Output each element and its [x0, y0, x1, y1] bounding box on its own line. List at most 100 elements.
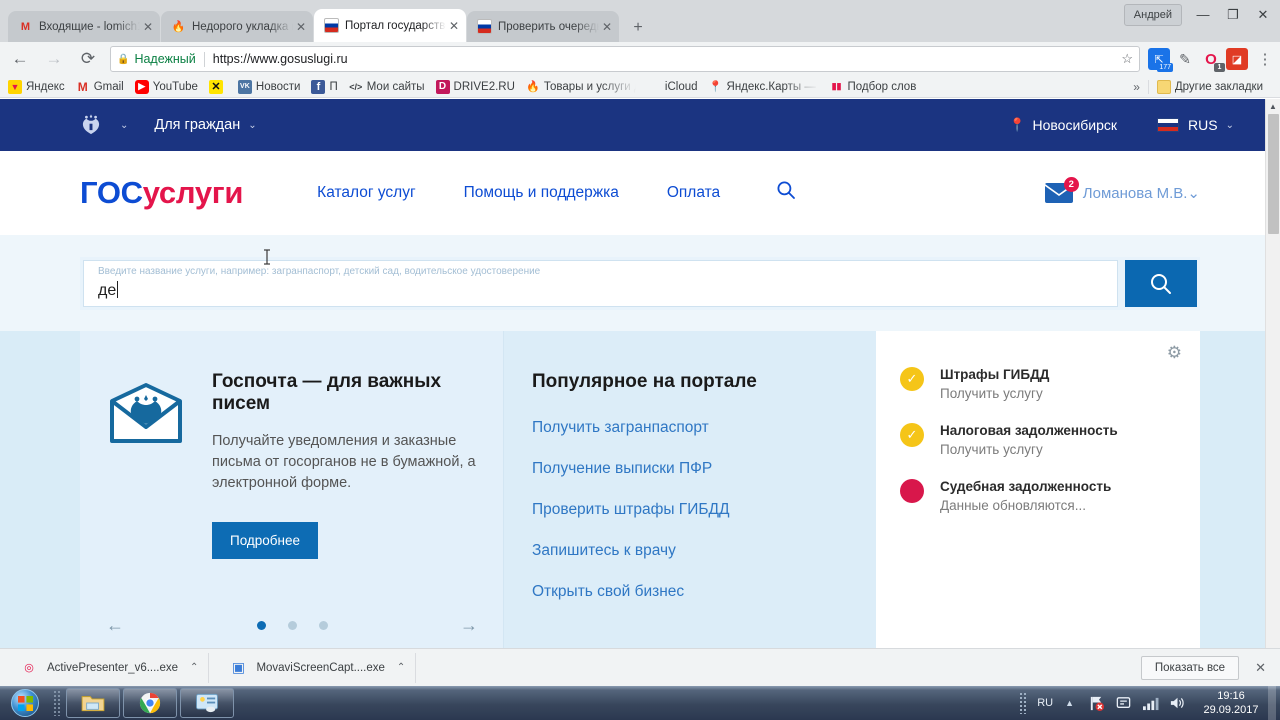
bookmark-star-icon[interactable]: ☆ [1121, 51, 1133, 67]
status-item-court[interactable]: Судебная задолженность Данные обновляютс… [900, 479, 1176, 513]
language-indicator[interactable]: RU [1037, 697, 1053, 709]
other-bookmarks-folder[interactable]: Другие закладки [1156, 79, 1263, 94]
bookmark-moi-saity[interactable]: </> Мои сайты [349, 80, 424, 94]
bookmark-youtube[interactable]: ▶ YouTube [134, 79, 198, 94]
user-name-label[interactable]: Ломанова М.В. [1083, 185, 1188, 202]
tab-close-icon[interactable]: ✕ [140, 20, 156, 34]
new-tab-button[interactable]: + [624, 14, 652, 42]
chrome-profile-chip[interactable]: Андрей [1123, 4, 1182, 26]
bookmark-novosti[interactable]: VK Новости [237, 79, 300, 94]
tab-kafel[interactable]: 🔥 Недорого укладка кафе ✕ [161, 11, 313, 42]
download-menu-caret-icon[interactable]: ⌃ [397, 662, 405, 673]
user-account[interactable]: 2 Ломанова М.В. ⌄ [1044, 177, 1200, 203]
pen-extension-icon[interactable]: ✎ [1174, 48, 1196, 70]
city-selector[interactable]: Новосибирск [1033, 117, 1118, 133]
status-subtitle[interactable]: Получить услугу [940, 386, 1049, 401]
carousel-dot-2[interactable] [287, 621, 297, 630]
nav-help[interactable]: Помощь и поддержка [464, 184, 619, 202]
tab-queue[interactable]: Проверить очередь ✕ [467, 11, 619, 42]
taskbar-clock[interactable]: 19:16 29.09.2017 [1194, 689, 1268, 717]
tab-close-icon[interactable]: ✕ [599, 20, 615, 34]
popular-link-doctor[interactable]: Запишитесь к врачу [532, 542, 876, 560]
scrollbar-thumb[interactable] [1268, 114, 1279, 234]
signal-icon[interactable] [1140, 693, 1161, 714]
carousel-dot-1[interactable] [256, 621, 266, 630]
chrome-menu-button[interactable]: ⋮ [1252, 50, 1278, 68]
show-desktop-button[interactable] [1268, 686, 1276, 720]
envelope-icon[interactable]: 2 [1044, 177, 1079, 203]
network-error-icon[interactable] [1086, 693, 1107, 714]
youtube-icon: ▶ [134, 79, 149, 94]
download-menu-caret-icon[interactable]: ⌃ [190, 662, 198, 673]
promo-title: Госпочта — для важных писем [212, 371, 442, 414]
popular-link-passport[interactable]: Получить загранпаспорт [532, 419, 876, 437]
tab-gosuslugi[interactable]: Портал государственны ✕ [314, 9, 466, 42]
search-icon[interactable] [776, 180, 796, 206]
scroll-up-arrow[interactable]: ▲ [1266, 99, 1280, 114]
folder-icon [1156, 79, 1171, 94]
status-item-gibdd[interactable]: ✓ Штрафы ГИБДД Получить услугу [900, 367, 1176, 401]
tab-gmail[interactable]: M Входящие - lomich1982 ✕ [8, 11, 160, 42]
promo-body: Госпочта — для важных писем Получайте ув… [212, 371, 477, 648]
bookmark-yandex-maps[interactable]: 📍 Яндекс.Карты — под [709, 80, 819, 94]
bookmark-icloud[interactable]: iCloud [647, 80, 698, 94]
close-button[interactable]: ✕ [1248, 3, 1278, 27]
carousel-prev-arrow[interactable]: ← [106, 615, 124, 636]
status-subtitle[interactable]: Получить услугу [940, 442, 1118, 457]
search-submit-button[interactable] [1125, 260, 1197, 307]
control-panel-icon[interactable] [180, 688, 234, 718]
download-item-activepresenter[interactable]: ◎ ActivePresenter_v6....exe ⌃ [10, 652, 210, 683]
download-item-movavi[interactable]: ▣ MovaviScreenCapt....exe ⌃ [219, 652, 417, 683]
language-selector[interactable]: RUS [1188, 117, 1218, 133]
language-caret-icon[interactable]: ⌄ [1226, 120, 1234, 131]
carousel-dot-3[interactable] [318, 621, 328, 630]
audience-label[interactable]: Для граждан [154, 117, 240, 133]
bookmark-drive2[interactable]: D DRIVE2.RU [435, 79, 515, 94]
carousel-next-arrow[interactable]: → [460, 615, 478, 636]
popular-link-pfr[interactable]: Получение выписки ПФР [532, 460, 876, 478]
search-input[interactable]: Введите название услуги, например: загра… [83, 260, 1118, 307]
opera-extension-icon[interactable]: O 1 [1200, 48, 1225, 72]
mail-badge: 2 [1063, 177, 1079, 192]
nav-catalog[interactable]: Каталог услуг [317, 184, 415, 202]
chrome-tabstrip: M Входящие - lomich1982 ✕ 🔥 Недорого укл… [0, 0, 1280, 42]
promo-more-button[interactable]: Подробнее [212, 522, 319, 559]
file-explorer-icon[interactable] [66, 688, 120, 718]
minimize-button[interactable]: — [1188, 3, 1218, 27]
volume-icon[interactable] [1167, 693, 1188, 714]
page-scrollbar[interactable]: ▲ [1265, 99, 1280, 648]
google-chrome-icon[interactable] [123, 688, 177, 718]
nav-payment[interactable]: Оплата [667, 184, 720, 202]
forward-button[interactable]: → [40, 45, 68, 73]
red-extension-icon[interactable]: ◪ [1226, 48, 1248, 70]
tab-close-icon[interactable]: ✕ [446, 19, 462, 33]
audience-caret-icon[interactable]: ⌄ [248, 120, 256, 131]
status-item-tax[interactable]: ✓ Налоговая задолженность Получить услуг… [900, 423, 1176, 457]
reload-button[interactable]: ⟳ [74, 45, 102, 73]
action-center-icon[interactable] [1113, 693, 1134, 714]
bookmarks-overflow-button[interactable]: » [1133, 80, 1140, 94]
show-all-downloads-button[interactable]: Показать все [1140, 655, 1240, 680]
popular-link-business[interactable]: Открыть свой бизнес [532, 583, 876, 601]
emblem-caret-icon[interactable]: ⌄ [120, 120, 128, 131]
divider [1147, 79, 1149, 94]
user-caret-icon[interactable]: ⌄ [1187, 184, 1200, 202]
tab-close-icon[interactable]: ✕ [293, 20, 309, 34]
gosuslugi-logo[interactable]: ГОСуслуги [80, 175, 243, 211]
bookmark-tovary[interactable]: 🔥 Товары и услуги для [526, 80, 636, 94]
maximize-button[interactable]: ❐ [1218, 3, 1248, 27]
bookmark-podbor-slov[interactable]: ▮▮ Подбор слов [830, 80, 917, 94]
bookmark-yandex[interactable]: ▼ Яндекс [8, 79, 65, 94]
popular-link-fines[interactable]: Проверить штрафы ГИБДД [532, 501, 876, 519]
back-button[interactable]: ← [6, 45, 34, 73]
gear-icon[interactable]: ⚙ [1167, 343, 1182, 363]
close-icon[interactable]: ✕ [1249, 660, 1272, 676]
bookmark-facebook[interactable]: f П [311, 79, 338, 94]
show-hidden-icons-button[interactable]: ▲ [1065, 698, 1074, 708]
bookmark-gmail[interactable]: M Gmail [76, 80, 124, 94]
bookmark-x-yellow[interactable]: ✕ [208, 79, 227, 94]
address-bar[interactable]: 🔒 Надежный https://www.gosuslugi.ru ☆ [110, 46, 1140, 72]
url-text[interactable]: https://www.gosuslugi.ru [213, 52, 1122, 66]
pocket-extension-icon[interactable]: ⇱ 177 [1148, 48, 1173, 72]
windows-start-orb-icon[interactable] [2, 688, 48, 718]
